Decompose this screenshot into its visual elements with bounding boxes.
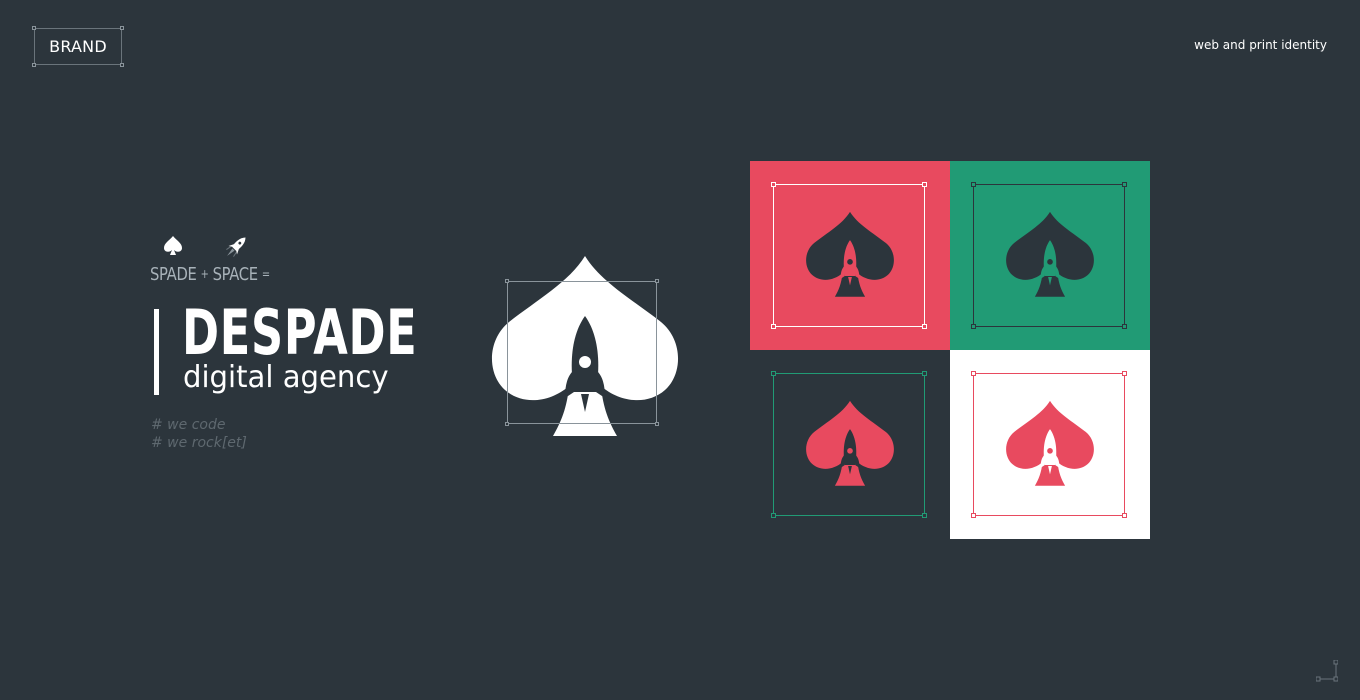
- selection-handle: [32, 63, 36, 67]
- selection-handle: [922, 371, 927, 376]
- selection-handle: [922, 513, 927, 518]
- spade-rocket-icon: [806, 211, 894, 297]
- spade-rocket-icon: [1006, 211, 1094, 297]
- selection-handle: [771, 513, 776, 518]
- brand-formula: SPADE + SPACE =: [150, 264, 274, 285]
- selection-handle: [505, 422, 509, 426]
- formula-word-space: SPACE: [212, 264, 258, 285]
- brand-label: BRAND: [49, 37, 107, 56]
- selection-handle: [1122, 513, 1127, 518]
- variant-tile-green: [950, 161, 1150, 350]
- formula-equals: =: [261, 267, 270, 281]
- selection-handle: [505, 279, 509, 283]
- formula-word-spade: SPADE: [150, 264, 197, 285]
- hashtag-we-rocket: # we rock[et]: [151, 435, 247, 451]
- formula-plus: +: [200, 267, 209, 281]
- selection-handle: [971, 371, 976, 376]
- selection-handle: [1122, 324, 1127, 329]
- spade-rocket-icon: [806, 400, 894, 486]
- selection-handle: [771, 371, 776, 376]
- variant-tile-red: [750, 161, 950, 350]
- selection-handle: [655, 422, 659, 426]
- selection-handle: [971, 182, 976, 187]
- selection-handle: [771, 182, 776, 187]
- corner-guide-icon: [1316, 660, 1338, 682]
- spade-rocket-icon: [1006, 400, 1094, 486]
- selection-handle: [120, 26, 124, 30]
- page-subtitle: web and print identity: [1194, 38, 1327, 52]
- selection-handle: [1122, 182, 1127, 187]
- logo-bounding-frame: [505, 279, 659, 426]
- spade-icon: [164, 236, 182, 255]
- brand-tagline: digital agency: [183, 360, 389, 395]
- variant-tile-dark: [750, 350, 950, 539]
- selection-handle: [922, 182, 927, 187]
- variant-tile-white: [950, 350, 1150, 539]
- brand-label-box: BRAND: [32, 26, 124, 67]
- selection-handle: [922, 324, 927, 329]
- brand-wordmark: DESPADE: [182, 296, 418, 369]
- hashtag-we-code: # we code: [151, 417, 226, 433]
- selection-handle: [655, 279, 659, 283]
- accent-bar: [154, 309, 159, 395]
- rocket-icon: [226, 237, 246, 257]
- selection-handle: [971, 513, 976, 518]
- selection-handle: [32, 26, 36, 30]
- selection-handle: [771, 324, 776, 329]
- selection-handle: [120, 63, 124, 67]
- selection-handle: [971, 324, 976, 329]
- color-variants-grid: [750, 161, 1150, 539]
- selection-handle: [1122, 371, 1127, 376]
- formula-icons: [164, 236, 246, 257]
- hashtags: # we code # we rock[et]: [151, 416, 247, 452]
